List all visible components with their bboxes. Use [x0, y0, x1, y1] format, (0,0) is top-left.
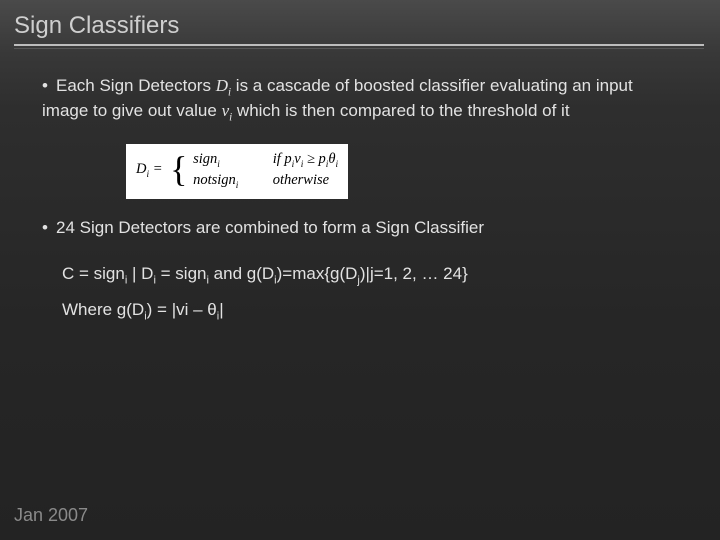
var-Di: Di [216, 76, 231, 95]
title-hairline [14, 48, 704, 49]
eqg-c: | [219, 300, 223, 319]
slide-title: Sign Classifiers [14, 12, 700, 40]
formula-case-2: notsigni otherwise [193, 172, 329, 188]
equation-C: C = signi | Di = signi and g(Di)=max{g(D… [62, 264, 682, 286]
formula-lhs: Di = [136, 160, 163, 182]
case1-sub: i [217, 159, 220, 169]
title-underline [14, 44, 704, 46]
equation-g: Where g(Di) = |vi – θi| [62, 300, 682, 322]
bullet-dot: • [42, 217, 56, 240]
case2-val: notsign [193, 172, 236, 188]
formula-eq: = [149, 161, 162, 177]
var-D: D [216, 76, 228, 95]
case1-cond-c: ≥ p [303, 151, 325, 167]
slide-body: •Each Sign Detectors Di is a cascade of … [14, 75, 700, 323]
formula-brace: { [170, 153, 187, 185]
var-vi: vi [222, 101, 233, 120]
case1-cond-d: θ [328, 151, 335, 167]
slide: Sign Classifiers •Each Sign Detectors Di… [0, 0, 720, 540]
eqg-theta: θ [207, 300, 216, 319]
bullet-dot: • [42, 75, 56, 98]
eqC-a: C = sign [62, 264, 125, 283]
case2-cond: otherwise [273, 171, 329, 189]
formula-cases: signi if pivi ≥ piθi notsigni otherwise [193, 150, 338, 193]
eqg-a: Where g(D [62, 300, 144, 319]
bullet-1: •Each Sign Detectors Di is a cascade of … [42, 75, 682, 126]
eqC-e: )=max{g(D [277, 264, 358, 283]
bullet-2-text: 24 Sign Detectors are combined to form a… [56, 218, 484, 237]
eqC-b: | D [127, 264, 153, 283]
footer-date: Jan 2007 [14, 505, 88, 526]
case1-cond-a: if p [273, 151, 292, 167]
bullet-1-text-c: which is then compared to the threshold … [232, 101, 569, 120]
var-v: v [222, 101, 230, 120]
formula-case-1: signi if pivi ≥ piθi [193, 151, 338, 167]
formula-box: Di = { signi if pivi ≥ piθi notsigni oth… [126, 144, 348, 199]
case1-cond-s4: i [336, 159, 339, 169]
case1-val: sign [193, 151, 217, 167]
formula-D: D [136, 161, 146, 177]
eqC-f: )|j=1, 2, … 24} [360, 264, 468, 283]
eqC-d: and g(D [209, 264, 274, 283]
eqg-b: ) = |vi – [147, 300, 208, 319]
bullet-2: •24 Sign Detectors are combined to form … [42, 217, 682, 240]
eqC-c: = sign [156, 264, 207, 283]
bullet-1-text-a: Each Sign Detectors [56, 76, 216, 95]
case2-sub: i [236, 181, 239, 191]
